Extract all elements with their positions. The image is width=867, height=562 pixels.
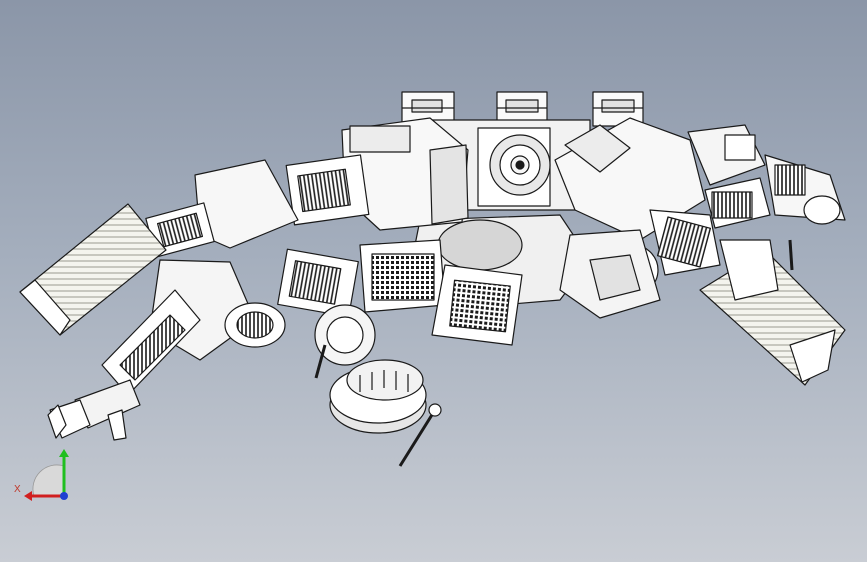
- left-forearm: [101, 259, 286, 396]
- right-cooling-block: [699, 239, 846, 386]
- left-cooling-block: [19, 203, 167, 336]
- right-lower-arm: [559, 229, 661, 319]
- center-left-vent-block: [359, 239, 446, 313]
- robot-assembly-model[interactable]: [0, 0, 867, 562]
- right-upper-arm: [687, 124, 771, 229]
- cad-viewport[interactable]: X: [0, 0, 867, 562]
- z-axis-dot: [60, 492, 68, 500]
- right-gripper: [764, 154, 846, 271]
- x-axis-label: X: [14, 484, 21, 495]
- left-gripper: [47, 379, 141, 441]
- left-upper-arm: [145, 159, 299, 258]
- center-right-vent-block: [431, 264, 523, 346]
- central-hub: [477, 127, 551, 207]
- center-motor: [277, 248, 376, 366]
- left-motor: [285, 154, 370, 226]
- bottom-turntable: [329, 359, 427, 434]
- triad-origin: [32, 464, 65, 497]
- view-orientation-triad[interactable]: X: [8, 440, 88, 510]
